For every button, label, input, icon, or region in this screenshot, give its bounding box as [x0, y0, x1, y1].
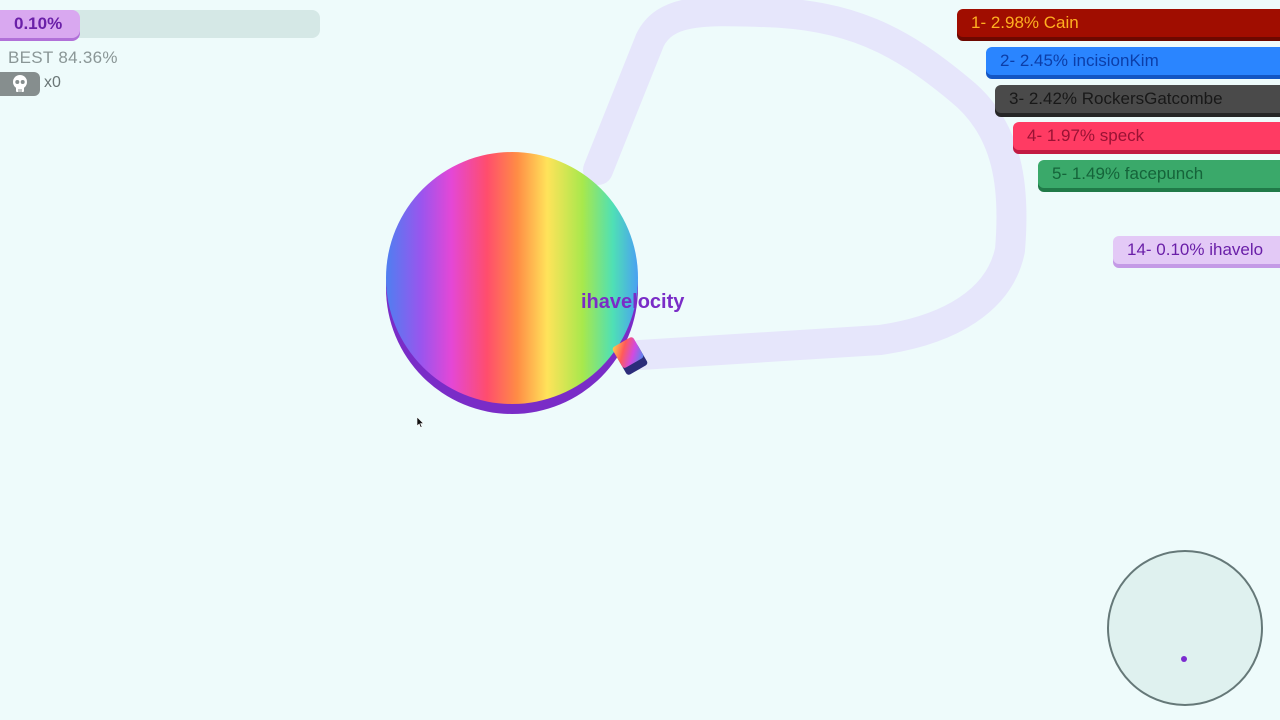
- kills-count: x0: [44, 74, 61, 91]
- leaderboard-row: 2- 2.45% incisionKim: [986, 47, 1280, 75]
- joystick-icon[interactable]: [1107, 550, 1263, 706]
- score-percent: 0.10%: [14, 14, 63, 33]
- leaderboard-row: 5- 1.49% facepunch: [1038, 160, 1280, 188]
- joystick-knob[interactable]: [1181, 656, 1187, 662]
- skull-icon: [13, 75, 27, 92]
- player-name-label: ihavelocity: [581, 291, 685, 313]
- leaderboard-row: 1- 2.98% Cain: [957, 9, 1280, 37]
- game-stage[interactable]: 0.10% BEST 84.36% x0 1- 2.98% Cain 2- 2.…: [0, 0, 1280, 720]
- leaderboard-row-self: 14- 0.10% ihavelo: [1113, 236, 1280, 264]
- leaderboard-row: 3- 2.42% RockersGatcombe: [995, 85, 1280, 113]
- mouse-cursor-icon: [417, 417, 425, 428]
- kills-badge: [0, 72, 40, 96]
- territory-progress-bar: 0.10%: [0, 10, 320, 38]
- best-score: BEST 84.36%: [8, 48, 118, 67]
- player-territory: [386, 152, 638, 414]
- leaderboard-row: 4- 1.97% speck: [1013, 122, 1280, 150]
